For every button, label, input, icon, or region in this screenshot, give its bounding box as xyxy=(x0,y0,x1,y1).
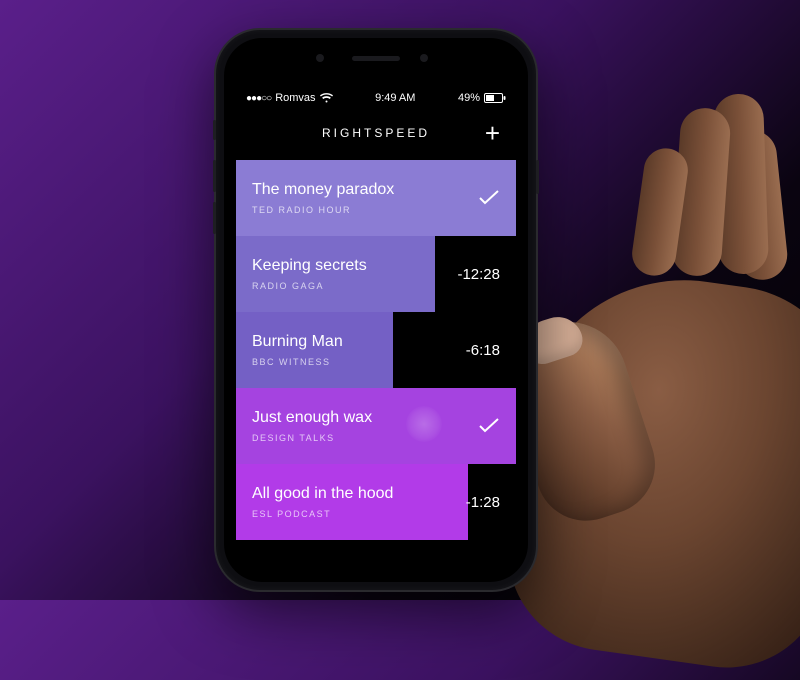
proximity-sensor xyxy=(420,54,428,62)
podcast-title: Keeping secrets xyxy=(252,257,457,275)
carrier-label: Romvas xyxy=(275,92,315,104)
phone-screen: ●●●○○ Romvas 9:49 AM 49% RIGHTSPEED xyxy=(236,86,516,562)
podcast-item[interactable]: All good in the hood ESL PODCAST-1:28 xyxy=(236,464,516,540)
podcast-source: RADIO GAGA xyxy=(252,281,457,291)
podcast-item-content: The money paradox TED RADIO HOUR xyxy=(236,181,478,215)
podcast-title: The money paradox xyxy=(252,181,478,199)
status-bar: ●●●○○ Romvas 9:49 AM 49% xyxy=(236,86,516,110)
podcast-source: ESL PODCAST xyxy=(252,509,466,519)
battery-icon xyxy=(484,93,506,103)
touch-indicator xyxy=(406,406,442,442)
time-remaining: -12:28 xyxy=(457,266,516,283)
podcast-source: TED RADIO HOUR xyxy=(252,205,478,215)
signal-strength-icon: ●●●○○ xyxy=(246,93,271,104)
check-icon xyxy=(478,190,516,206)
time-remaining: -6:18 xyxy=(466,342,516,359)
podcast-item[interactable]: Burning Man BBC WITNESS-6:18 xyxy=(236,312,516,388)
app-title: RIGHTSPEED xyxy=(276,126,476,140)
check-icon xyxy=(478,418,516,434)
battery-percent: 49% xyxy=(458,92,480,104)
podcast-item-content: All good in the hood ESL PODCAST xyxy=(236,485,466,519)
power-button[interactable] xyxy=(536,160,539,194)
wifi-icon xyxy=(320,93,333,103)
podcast-title: Just enough wax xyxy=(252,409,478,427)
front-camera xyxy=(316,54,324,62)
volume-down-button[interactable] xyxy=(213,202,216,234)
podcast-item-content: Burning Man BBC WITNESS xyxy=(236,333,466,367)
mute-switch[interactable] xyxy=(213,120,216,140)
podcast-item[interactable]: Just enough wax DESIGN TALKS xyxy=(236,388,516,464)
clock: 9:49 AM xyxy=(375,92,415,104)
phone-frame: ●●●○○ Romvas 9:49 AM 49% RIGHTSPEED xyxy=(216,30,536,590)
podcast-item[interactable]: The money paradox TED RADIO HOUR xyxy=(236,160,516,236)
add-button[interactable]: + xyxy=(476,120,500,146)
volume-up-button[interactable] xyxy=(213,160,216,192)
time-remaining: -1:28 xyxy=(466,494,516,511)
app-header: RIGHTSPEED + xyxy=(236,110,516,160)
podcast-title: All good in the hood xyxy=(252,485,466,503)
podcast-source: BBC WITNESS xyxy=(252,357,466,367)
podcast-item[interactable]: Keeping secrets RADIO GAGA-12:28 xyxy=(236,236,516,312)
podcast-title: Burning Man xyxy=(252,333,466,351)
podcast-source: DESIGN TALKS xyxy=(252,433,478,443)
podcast-item-content: Keeping secrets RADIO GAGA xyxy=(236,257,457,291)
earpiece-speaker xyxy=(352,56,400,61)
podcast-list: The money paradox TED RADIO HOUR Keeping s… xyxy=(236,160,516,540)
